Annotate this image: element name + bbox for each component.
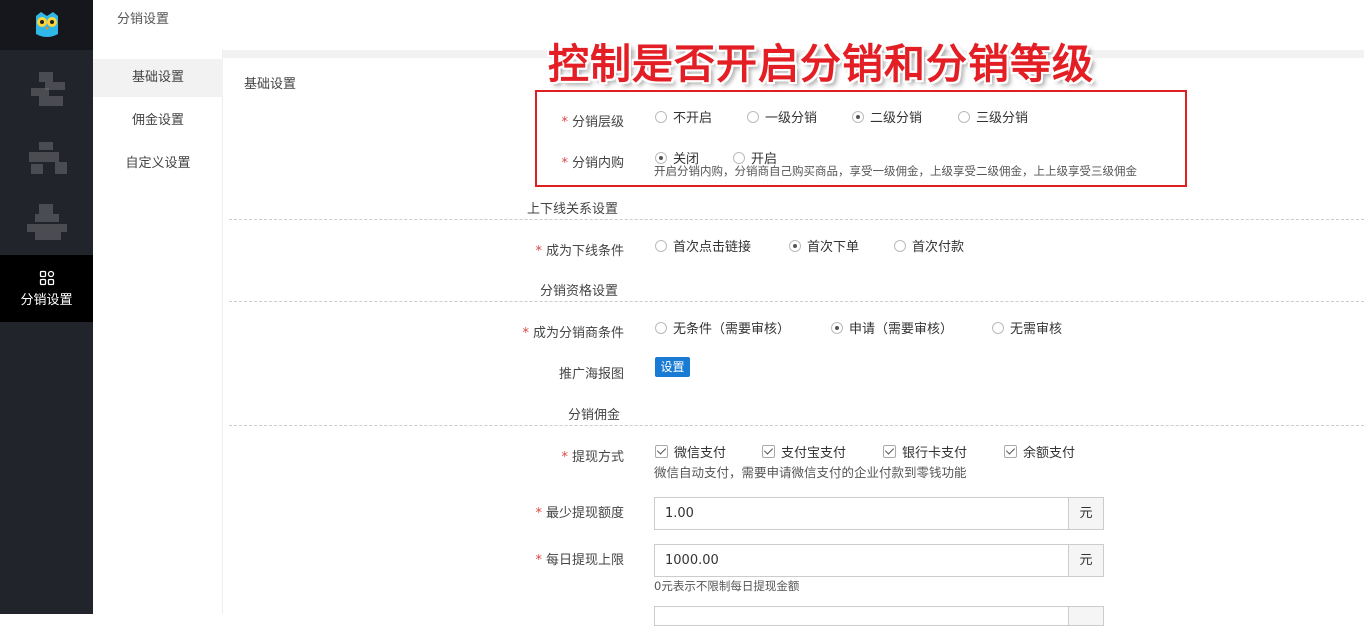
checkbox-checked — [655, 445, 668, 458]
section-divider — [229, 219, 1364, 220]
blurred-nav-icon — [25, 68, 69, 108]
app-logo[interactable] — [0, 0, 93, 50]
blurred-nav-icon — [25, 136, 69, 176]
sidebar-item-2[interactable] — [0, 128, 93, 183]
subnav-commission-settings[interactable]: 佣金设置 — [93, 102, 223, 140]
section-divider — [229, 301, 1364, 302]
level-option-one[interactable]: 一级分销 — [747, 107, 817, 126]
withdraw-wechat-checkbox[interactable]: 微信支付 — [655, 442, 726, 461]
subnav-custom-settings[interactable]: 自定义设置 — [93, 145, 223, 183]
checkbox-checked — [883, 445, 896, 458]
poster-settings-button[interactable]: 设置 — [655, 357, 690, 377]
level-option-three[interactable]: 三级分销 — [958, 107, 1028, 126]
radio-circle — [992, 321, 1004, 334]
withdraw-bank-checkbox[interactable]: 银行卡支付 — [883, 442, 967, 461]
withdraw-label: * 提现方式 — [561, 450, 624, 465]
min-withdraw-field[interactable]: 1.00 元 — [654, 497, 1104, 530]
radio-circle — [655, 321, 667, 334]
radio-circle — [733, 151, 745, 164]
qualification-label: * 成为分销商条件 — [522, 326, 624, 341]
level-option-two[interactable]: 二级分销 — [852, 107, 922, 126]
checkbox-checked — [1004, 445, 1017, 458]
daily-limit-input[interactable]: 1000.00 — [655, 545, 1068, 576]
next-input[interactable] — [655, 607, 1068, 625]
page-title: 分销设置 — [117, 12, 170, 27]
radio-circle-selected — [789, 239, 801, 252]
qualification-group-title: 分销资格设置 — [540, 284, 619, 299]
sidebar-item-1[interactable] — [0, 60, 93, 115]
radio-circle-selected — [655, 151, 667, 164]
annotation-banner: 控制是否开启分销和分销等级 — [548, 40, 1094, 88]
withdraw-alipay-checkbox[interactable]: 支付宝支付 — [762, 442, 846, 461]
radio-circle — [747, 110, 759, 123]
min-withdraw-label: * 最少提现额度 — [535, 506, 624, 521]
level-option-off[interactable]: 不开启 — [655, 107, 712, 126]
qualification-option-none[interactable]: 无条件（需要审核） — [655, 318, 790, 337]
daily-limit-field[interactable]: 1000.00 元 — [654, 544, 1104, 577]
checkbox-checked — [762, 445, 775, 458]
unit-addon — [1068, 607, 1103, 625]
sidebar-item-distribution[interactable]: 分销设置 — [0, 255, 93, 322]
blurred-nav-icon — [25, 200, 69, 240]
unit-addon: 元 — [1068, 545, 1103, 576]
radio-circle-selected — [831, 321, 843, 334]
daily-limit-hint: 0元表示不限制每日提现金额 — [654, 579, 800, 593]
qualification-option-noreview[interactable]: 无需审核 — [992, 318, 1062, 337]
self-buy-hint: 开启分销内购，分销商自己购买商品，享受一级佣金，上级享受二级佣金，上上级享受三级… — [654, 164, 1137, 178]
next-field-partial[interactable] — [654, 606, 1104, 626]
poster-label: 推广海报图 — [558, 367, 624, 382]
relation-option-pay[interactable]: 首次付款 — [894, 236, 964, 255]
subnav-basic-settings[interactable]: 基础设置 — [93, 59, 223, 97]
daily-limit-label: * 每日提现上限 — [535, 553, 624, 568]
section-title: 基础设置 — [244, 77, 297, 92]
radio-circle — [655, 239, 667, 252]
withdraw-balance-checkbox[interactable]: 余额支付 — [1004, 442, 1075, 461]
self-buy-label: * 分销内购 — [561, 156, 624, 171]
commission-group-title: 分销佣金 — [568, 408, 621, 423]
qualification-option-apply[interactable]: 申请（需要审核） — [831, 318, 953, 337]
sidebar: 分销设置 — [0, 0, 93, 614]
radio-circle-selected — [852, 110, 864, 123]
unit-addon: 元 — [1068, 498, 1103, 529]
radio-circle — [894, 239, 906, 252]
relation-option-click[interactable]: 首次点击链接 — [655, 236, 751, 255]
owl-logo-icon — [35, 12, 58, 37]
sidebar-item-3[interactable] — [0, 192, 93, 247]
radio-circle — [958, 110, 970, 123]
radio-circle — [655, 110, 667, 123]
relation-option-order[interactable]: 首次下单 — [789, 236, 859, 255]
sidebar-item-label: 分销设置 — [20, 292, 73, 308]
grid-apps-icon — [39, 270, 54, 285]
level-label: * 分销层级 — [561, 115, 624, 130]
relation-group-title: 上下线关系设置 — [527, 202, 619, 217]
section-divider — [229, 425, 1364, 426]
withdraw-hint: 微信自动支付，需要申请微信支付的企业付款到零钱功能 — [654, 465, 967, 480]
relation-label: * 成为下线条件 — [535, 244, 624, 259]
min-withdraw-input[interactable]: 1.00 — [655, 498, 1068, 529]
sub-navigation: 基础设置 佣金设置 自定义设置 — [93, 50, 223, 614]
